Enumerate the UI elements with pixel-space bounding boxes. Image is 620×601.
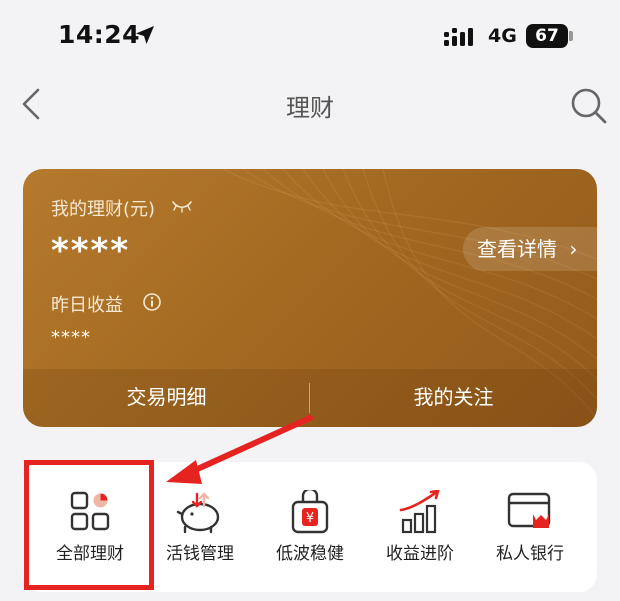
menu-label: 活钱管理	[166, 544, 234, 564]
view-details-button[interactable]: 查看详情 ›	[463, 227, 597, 271]
growth-chart-icon	[399, 490, 440, 534]
page-title: 理财	[286, 94, 334, 122]
info-icon[interactable]	[142, 292, 162, 312]
chevron-right-icon: ›	[569, 237, 578, 261]
my-watchlist-tab[interactable]: 我的关注	[310, 369, 597, 427]
view-details-label: 查看详情	[477, 237, 557, 261]
wealth-amount: ****	[51, 231, 131, 271]
annotation-arrow-icon	[166, 415, 313, 484]
wealth-summary-card: 我的理财(元) **** 查看详情 › 昨日收益 **** 交易明细 我的关注	[23, 169, 597, 427]
crown-card-icon	[507, 492, 551, 528]
status-time: 14:24	[58, 20, 141, 49]
battery-icon: 67	[526, 24, 568, 48]
menu-label: 低波稳健	[276, 544, 344, 564]
signal-icon	[444, 28, 473, 46]
network-type: 4G	[488, 25, 517, 47]
yesterday-earnings-label: 昨日收益	[51, 295, 123, 316]
wealth-label: 我的理财(元)	[51, 199, 156, 220]
eye-closed-icon[interactable]	[171, 199, 193, 213]
search-icon[interactable]	[569, 86, 609, 126]
yesterday-earnings-value: ****	[51, 327, 91, 348]
status-bar: 14:24 4G 67	[0, 0, 620, 74]
menu-item-advanced-returns[interactable]: 收益进阶	[365, 462, 475, 592]
svg-text:¥: ¥	[306, 511, 314, 526]
battery-cap	[569, 31, 573, 41]
location-arrow-icon	[136, 26, 154, 44]
menu-label: 私人银行	[496, 544, 564, 564]
menu-item-private-banking[interactable]: 私人银行	[475, 462, 585, 592]
bag-icon: ¥	[291, 490, 329, 534]
highlight-box	[24, 460, 154, 590]
menu-label: 收益进阶	[386, 544, 454, 564]
piggy-bank-icon	[176, 492, 220, 534]
